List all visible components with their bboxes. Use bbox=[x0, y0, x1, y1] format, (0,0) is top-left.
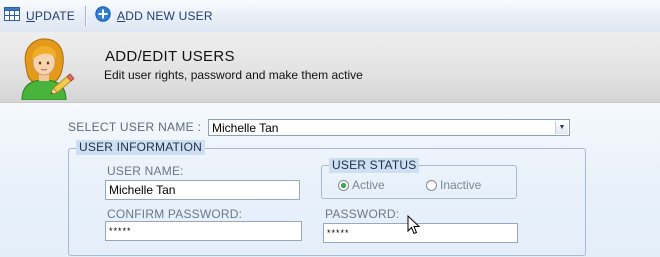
user-status-title: USER STATUS bbox=[329, 158, 420, 173]
status-active-radio[interactable]: Active bbox=[338, 178, 385, 192]
update-label-rest: PDATE bbox=[34, 9, 75, 23]
confirm-password-label: CONFIRM PASSWORD: bbox=[107, 207, 243, 221]
status-active-label: Active bbox=[352, 178, 385, 192]
user-edit-avatar-icon bbox=[16, 36, 78, 105]
form-area: SELECT USER NAME : Michelle Tan ▼ USER I… bbox=[0, 103, 660, 257]
username-label: USER NAME: bbox=[107, 164, 184, 178]
add-new-user-button[interactable]: ADD NEW USER bbox=[95, 0, 213, 32]
mouse-pointer-icon bbox=[407, 214, 421, 240]
add-new-user-label: ADD NEW USER bbox=[117, 9, 213, 23]
page-header: ADD/EDIT USERS Edit user rights, passwor… bbox=[0, 32, 660, 103]
table-grid-icon bbox=[4, 6, 20, 26]
status-inactive-radio[interactable]: Inactive bbox=[426, 178, 481, 192]
select-user-dropdown[interactable]: Michelle Tan ▼ bbox=[208, 119, 570, 136]
add-label-mnemonic: A bbox=[117, 9, 126, 23]
password-field[interactable] bbox=[323, 223, 518, 243]
add-label-rest: DD NEW USER bbox=[125, 9, 213, 23]
chevron-down-icon[interactable]: ▼ bbox=[555, 121, 568, 134]
password-label: PASSWORD: bbox=[325, 207, 400, 221]
select-user-label: SELECT USER NAME : bbox=[68, 120, 202, 134]
select-user-value: Michelle Tan bbox=[212, 121, 279, 135]
toolbar: UPDATE ADD NEW USER bbox=[0, 0, 660, 33]
confirm-password-field[interactable] bbox=[105, 221, 302, 241]
page-title: ADD/EDIT USERS bbox=[105, 48, 235, 65]
radio-unselected-icon bbox=[426, 179, 437, 191]
status-inactive-label: Inactive bbox=[440, 178, 482, 192]
username-field[interactable] bbox=[105, 180, 300, 200]
update-label-mnemonic: U bbox=[26, 9, 35, 23]
plus-circle-icon bbox=[95, 5, 111, 27]
page-subtitle: Edit user rights, password and make them… bbox=[104, 68, 363, 82]
update-button[interactable]: UPDATE bbox=[4, 0, 75, 32]
update-button-label: UPDATE bbox=[26, 9, 75, 23]
toolbar-separator bbox=[85, 6, 86, 26]
radio-selected-icon bbox=[338, 179, 349, 191]
user-information-title: USER INFORMATION bbox=[76, 140, 205, 155]
